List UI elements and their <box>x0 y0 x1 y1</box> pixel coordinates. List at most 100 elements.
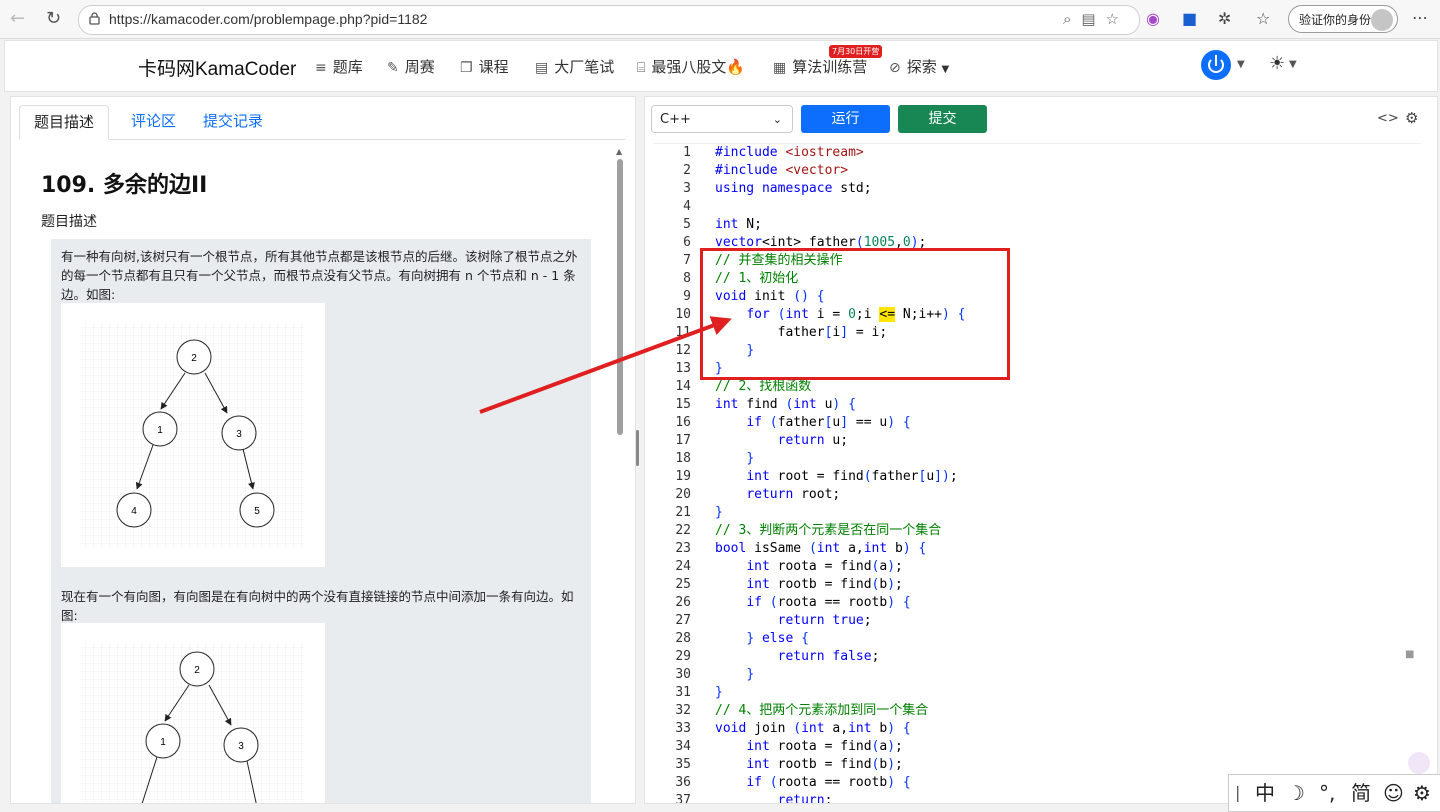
code-editor[interactable]: 1 #include <iostream> 2 #include <vector> 3 u… <box>653 143 1421 803</box>
panel-resize-handle[interactable] <box>636 430 639 466</box>
code-line[interactable]: 15 int find (int u) { <box>653 396 1413 414</box>
code-text[interactable]: int root = find(father[u]); <box>715 468 957 486</box>
tab-description[interactable]: 题目描述 <box>19 105 110 140</box>
url-text[interactable]: https://kamacoder.com/problempage.php?pi… <box>109 11 427 27</box>
code-line[interactable]: 25 int rootb = find(b); <box>653 576 1413 594</box>
ime-simplified[interactable]: 简 <box>1351 775 1371 811</box>
description-scrollbar[interactable]: ▲ <box>615 147 625 797</box>
code-line[interactable]: 20 return root; <box>653 486 1413 504</box>
code-line[interactable]: 17 return u; <box>653 432 1413 450</box>
code-line[interactable]: 11 father[i] = i; <box>653 324 1413 342</box>
user-menu-caret-icon[interactable]: ▼ <box>1237 59 1245 70</box>
code-text[interactable]: return root; <box>715 486 840 504</box>
code-text[interactable]: // 并查集的相关操作 <box>715 252 842 270</box>
ime-moon-icon[interactable]: ☽ <box>1287 775 1305 811</box>
code-line[interactable]: 31} <box>653 684 1413 702</box>
code-text[interactable]: return false; <box>715 648 880 666</box>
ime-chinese[interactable]: 中 <box>1255 775 1275 811</box>
theme-sun-icon[interactable]: ☀ <box>1269 53 1285 74</box>
code-line[interactable]: 9 void init () { <box>653 288 1413 306</box>
code-text[interactable]: void join (int a,int b) { <box>715 720 911 738</box>
code-text[interactable]: father[i] = i; <box>715 324 888 342</box>
code-line[interactable]: 23 bool isSame (int a,int b) { <box>653 540 1413 558</box>
code-line[interactable]: 29 return false; <box>653 648 1413 666</box>
assistant-float-icon[interactable] <box>1408 752 1430 774</box>
scrollbar-thumb[interactable] <box>617 159 623 435</box>
code-text[interactable]: int rootb = find(b); <box>715 756 903 774</box>
nav-courses[interactable]: ❐ 课程 <box>460 56 509 77</box>
code-text[interactable]: } <box>715 342 754 360</box>
code-line[interactable]: 21} <box>653 504 1413 522</box>
code-text[interactable]: if (father[u] == u) { <box>715 414 910 432</box>
run-button[interactable]: 运行 <box>801 105 890 133</box>
ime-settings-icon[interactable]: ⚙ <box>1413 775 1431 811</box>
code-line[interactable]: 16 if (father[u] == u) { <box>653 414 1413 432</box>
settings-gear-icon[interactable]: ⚙ <box>1405 109 1418 127</box>
code-text[interactable]: // 3、判断两个元素是否在同一个集合 <box>715 522 941 540</box>
code-text[interactable]: int roota = find(a); <box>715 558 903 576</box>
favorites-icon[interactable]: ☆ <box>1256 9 1270 28</box>
code-text[interactable]: void init () { <box>715 288 825 306</box>
code-text[interactable]: // 4、把两个元素添加到同一个集合 <box>715 702 928 720</box>
code-line[interactable]: 22 // 3、判断两个元素是否在同一个集合 <box>653 522 1413 540</box>
language-select[interactable]: C++ ⌄ <box>651 105 793 133</box>
code-line[interactable]: 27 return true; <box>653 612 1413 630</box>
code-line[interactable]: 18 } <box>653 450 1413 468</box>
code-line[interactable]: 24 int roota = find(a); <box>653 558 1413 576</box>
code-line[interactable]: 1 #include <iostream> <box>653 144 1413 162</box>
code-view-icon[interactable]: <> <box>1377 111 1399 126</box>
ime-grip[interactable]: | <box>1235 775 1240 811</box>
code-text[interactable]: } <box>715 684 723 702</box>
code-line[interactable]: 10 for (int i = 0;i <= N;i++) { <box>653 306 1413 324</box>
code-text[interactable]: int roota = find(a); <box>715 738 903 756</box>
code-text[interactable]: return u; <box>715 432 848 450</box>
code-line[interactable]: 26 if (roota == rootb) { <box>653 594 1413 612</box>
refresh-icon[interactable]: ↻ <box>46 8 61 29</box>
code-line[interactable]: 7 // 并查集的相关操作 <box>653 252 1413 270</box>
code-line[interactable]: 2 #include <vector> <box>653 162 1413 180</box>
code-text[interactable]: // 1、初始化 <box>715 270 798 288</box>
code-text[interactable]: // 2、找根函数 <box>715 378 811 396</box>
code-text[interactable]: bool isSame (int a,int b) { <box>715 540 926 558</box>
nav-weekly[interactable]: ✎ 周赛 <box>387 56 435 77</box>
code-text[interactable]: int rootb = find(b); <box>715 576 903 594</box>
code-text[interactable]: return; <box>715 792 833 803</box>
code-text[interactable]: } <box>715 360 723 378</box>
address-bar[interactable]: https://kamacoder.com/problempage.php?pi… <box>78 5 1140 35</box>
user-power-icon[interactable] <box>1201 50 1231 80</box>
code-text[interactable]: int find (int u) { <box>715 396 856 414</box>
submit-button[interactable]: 提交 <box>898 105 987 133</box>
code-line[interactable]: 34 int roota = find(a); <box>653 738 1413 756</box>
nav-explore[interactable]: ⊘ 探索 ▼ <box>889 56 949 77</box>
code-line[interactable]: 5 int N; <box>653 216 1413 234</box>
site-logo[interactable]: 卡码网KamaCoder <box>138 54 296 81</box>
code-line[interactable]: 6 vector<int> father(1005,0); <box>653 234 1413 252</box>
code-line[interactable]: 35 int rootb = find(b); <box>653 756 1413 774</box>
scroll-up-icon[interactable]: ▲ <box>616 147 622 156</box>
code-line[interactable]: 3 using namespace std; <box>653 180 1413 198</box>
code-line[interactable]: 8 // 1、初始化 <box>653 270 1413 288</box>
profile-button[interactable]: 验证你的身份 <box>1288 5 1398 33</box>
code-text[interactable]: #include <vector> <box>715 162 848 180</box>
tab-submissions[interactable]: 提交记录 <box>189 105 277 138</box>
nav-baguwen[interactable]: ⌸ 最强八股文🔥 <box>637 56 745 77</box>
code-line[interactable]: 30 } <box>653 666 1413 684</box>
extensions-puzzle-icon[interactable]: ✲ <box>1218 9 1231 28</box>
extension-app-icon[interactable]: ■ <box>1182 9 1197 28</box>
extension-brain-icon[interactable]: ◉ <box>1146 9 1160 28</box>
code-text[interactable]: } <box>715 450 754 468</box>
code-line[interactable]: 13} <box>653 360 1413 378</box>
code-text[interactable]: if (roota == rootb) { <box>715 774 910 792</box>
theme-menu-caret-icon[interactable]: ▼ <box>1289 59 1297 70</box>
code-text[interactable]: } else { <box>715 630 809 648</box>
code-text[interactable]: #include <iostream> <box>715 144 864 162</box>
code-text[interactable]: int N; <box>715 216 762 234</box>
code-text[interactable]: for (int i = 0;i <= N;i++) { <box>715 306 966 324</box>
code-line[interactable]: 19 int root = find(father[u]); <box>653 468 1413 486</box>
nav-training-camp[interactable]: ▦ 算法训练营 <box>773 56 867 77</box>
more-menu-icon[interactable]: ⋯ <box>1412 8 1428 27</box>
code-line[interactable]: 33 void join (int a,int b) { <box>653 720 1413 738</box>
code-line[interactable]: 28 } else { <box>653 630 1413 648</box>
back-icon[interactable]: ← <box>10 8 25 29</box>
code-text[interactable]: if (roota == rootb) { <box>715 594 910 612</box>
